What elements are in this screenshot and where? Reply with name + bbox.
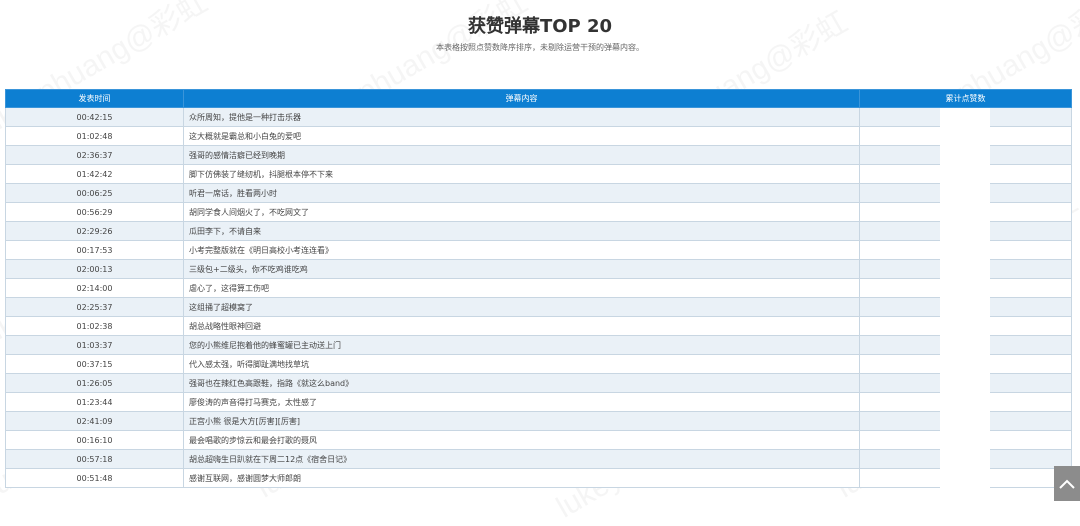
page-subtitle: 本表格按照点赞数降序排序，未剔除运营干预的弹幕内容。 <box>436 43 644 52</box>
table-row: 01:03:37 您的小熊维尼抱着他的蜂蜜罐已主动送上门 <box>5 335 1072 355</box>
cell-content: 感谢互联网，感谢圆梦大师郎朗 <box>183 468 860 488</box>
cell-likes <box>859 202 1072 222</box>
danmaku-table-container: 发表时间 弹幕内容 累计点赞数 00:42:15 众所周知，提他是一种打击乐器 01… <box>5 89 1072 488</box>
table-row: 00:37:15 代入感太强，听得脚趾满地找草坑 <box>5 354 1072 374</box>
cell-time: 00:56:29 <box>5 202 184 222</box>
cell-likes <box>859 259 1072 279</box>
cell-time: 00:16:10 <box>5 430 184 450</box>
cell-time: 01:02:48 <box>5 126 184 146</box>
cell-time: 02:41:09 <box>5 411 184 431</box>
table-body: 00:42:15 众所周知，提他是一种打击乐器 01:02:48 这大概就是霸总和小白… <box>5 107 1072 488</box>
cell-likes <box>859 316 1072 336</box>
danmaku-table: 发表时间 弹幕内容 累计点赞数 00:42:15 众所周知，提他是一种打击乐器 01… <box>5 89 1072 488</box>
cell-content: 瓜田李下，不请自来 <box>183 221 860 241</box>
cell-content: 小考完整版就在《明日高校小考连连看》 <box>183 240 860 260</box>
table-row: 00:57:18 胡总超嗨生日趴就在下周二12点《宿舍日记》 <box>5 449 1072 469</box>
cell-likes <box>859 164 1072 184</box>
cell-likes <box>859 449 1072 469</box>
page-title: 获赞弹幕TOP 20 <box>467 16 613 37</box>
cell-likes <box>859 354 1072 374</box>
column-header-content[interactable]: 弹幕内容 <box>183 89 860 108</box>
table-row: 00:17:53 小考完整版就在《明日高校小考连连看》 <box>5 240 1072 260</box>
cell-likes <box>859 240 1072 260</box>
cell-content: 听君一席话，胜看两小时 <box>183 183 860 203</box>
cell-likes <box>859 430 1072 450</box>
table-row: 01:42:42 脚下仿佛装了缝纫机，抖腿根本停不下来 <box>5 164 1072 184</box>
cell-likes <box>859 411 1072 431</box>
cell-content: 代入感太强，听得脚趾满地找草坑 <box>183 354 860 374</box>
cell-time: 01:23:44 <box>5 392 184 412</box>
cell-time: 00:57:18 <box>5 449 184 469</box>
cell-time: 00:51:48 <box>5 468 184 488</box>
cell-likes <box>859 126 1072 146</box>
cell-time: 02:36:37 <box>5 145 184 165</box>
cell-likes <box>859 392 1072 412</box>
cell-time: 01:26:05 <box>5 373 184 393</box>
cell-content: 强哥的感情洁癖已经到晚期 <box>183 145 860 165</box>
table-row: 00:51:48 感谢互联网，感谢圆梦大师郎朗 <box>5 468 1072 488</box>
cell-content: 这大概就是霸总和小白兔的爱吧 <box>183 126 860 146</box>
scroll-to-top-button[interactable] <box>1054 466 1080 501</box>
cell-time: 01:03:37 <box>5 335 184 355</box>
table-row: 00:06:25 听君一席话，胜看两小时 <box>5 183 1072 203</box>
cell-time: 00:37:15 <box>5 354 184 374</box>
table-row: 02:41:09 正宫小熊 很是大方[厉害][厉害] <box>5 411 1072 431</box>
table-row: 00:42:15 众所周知，提他是一种打击乐器 <box>5 107 1072 127</box>
cell-time: 01:02:38 <box>5 316 184 336</box>
cell-likes <box>859 278 1072 298</box>
cell-time: 01:42:42 <box>5 164 184 184</box>
table-header-row: 发表时间 弹幕内容 累计点赞数 <box>5 89 1072 108</box>
cell-time: 02:00:13 <box>5 259 184 279</box>
table-row: 02:14:00 虐心了，这得算工伤吧 <box>5 278 1072 298</box>
cell-content: 正宫小熊 很是大方[厉害][厉害] <box>183 411 860 431</box>
cell-time: 00:06:25 <box>5 183 184 203</box>
cell-content: 廖俊涛的声音得打马赛克，太性感了 <box>183 392 860 412</box>
cell-content: 这组捅了超模窝了 <box>183 297 860 317</box>
cell-content: 最会唱歌的步惊云和最会打歌的聂风 <box>183 430 860 450</box>
cell-content: 强哥也在辣红色高跟鞋，指路《就这么band》 <box>183 373 860 393</box>
column-header-likes[interactable]: 累计点赞数 <box>859 89 1072 108</box>
column-header-time[interactable]: 发表时间 <box>5 89 184 108</box>
cell-likes <box>859 145 1072 165</box>
cell-content: 脚下仿佛装了缝纫机，抖腿根本停不下来 <box>183 164 860 184</box>
cell-likes <box>859 183 1072 203</box>
table-row: 02:00:13 三级包+二级头，你不吃鸡谁吃鸡 <box>5 259 1072 279</box>
cell-content: 胡总战略性眼神回避 <box>183 316 860 336</box>
cell-content: 胡同学食人间烟火了，不吃网文了 <box>183 202 860 222</box>
table-row: 01:02:38 胡总战略性眼神回避 <box>5 316 1072 336</box>
table-row: 01:23:44 廖俊涛的声音得打马赛克，太性感了 <box>5 392 1072 412</box>
table-row: 02:36:37 强哥的感情洁癖已经到晚期 <box>5 145 1072 165</box>
cell-time: 00:17:53 <box>5 240 184 260</box>
cell-content: 胡总超嗨生日趴就在下周二12点《宿舍日记》 <box>183 449 860 469</box>
table-row: 01:26:05 强哥也在辣红色高跟鞋，指路《就这么band》 <box>5 373 1072 393</box>
cell-likes <box>859 335 1072 355</box>
cell-likes <box>859 297 1072 317</box>
cell-content: 您的小熊维尼抱着他的蜂蜜罐已主动送上门 <box>183 335 860 355</box>
cell-likes <box>859 468 1072 488</box>
chevron-up-icon <box>1059 479 1075 489</box>
cell-content: 虐心了，这得算工伤吧 <box>183 278 860 298</box>
table-row: 01:02:48 这大概就是霸总和小白兔的爱吧 <box>5 126 1072 146</box>
cell-content: 三级包+二级头，你不吃鸡谁吃鸡 <box>183 259 860 279</box>
cell-content: 众所周知，提他是一种打击乐器 <box>183 107 860 127</box>
table-row: 00:16:10 最会唱歌的步惊云和最会打歌的聂风 <box>5 430 1072 450</box>
table-row: 02:25:37 这组捅了超模窝了 <box>5 297 1072 317</box>
cell-likes <box>859 107 1072 127</box>
cell-time: 02:25:37 <box>5 297 184 317</box>
cell-likes <box>859 373 1072 393</box>
table-row: 02:29:26 瓜田李下，不请自来 <box>5 221 1072 241</box>
table-row: 00:56:29 胡同学食人间烟火了，不吃网文了 <box>5 202 1072 222</box>
cell-time: 00:42:15 <box>5 107 184 127</box>
cell-likes <box>859 221 1072 241</box>
cell-time: 02:14:00 <box>5 278 184 298</box>
cell-time: 02:29:26 <box>5 221 184 241</box>
